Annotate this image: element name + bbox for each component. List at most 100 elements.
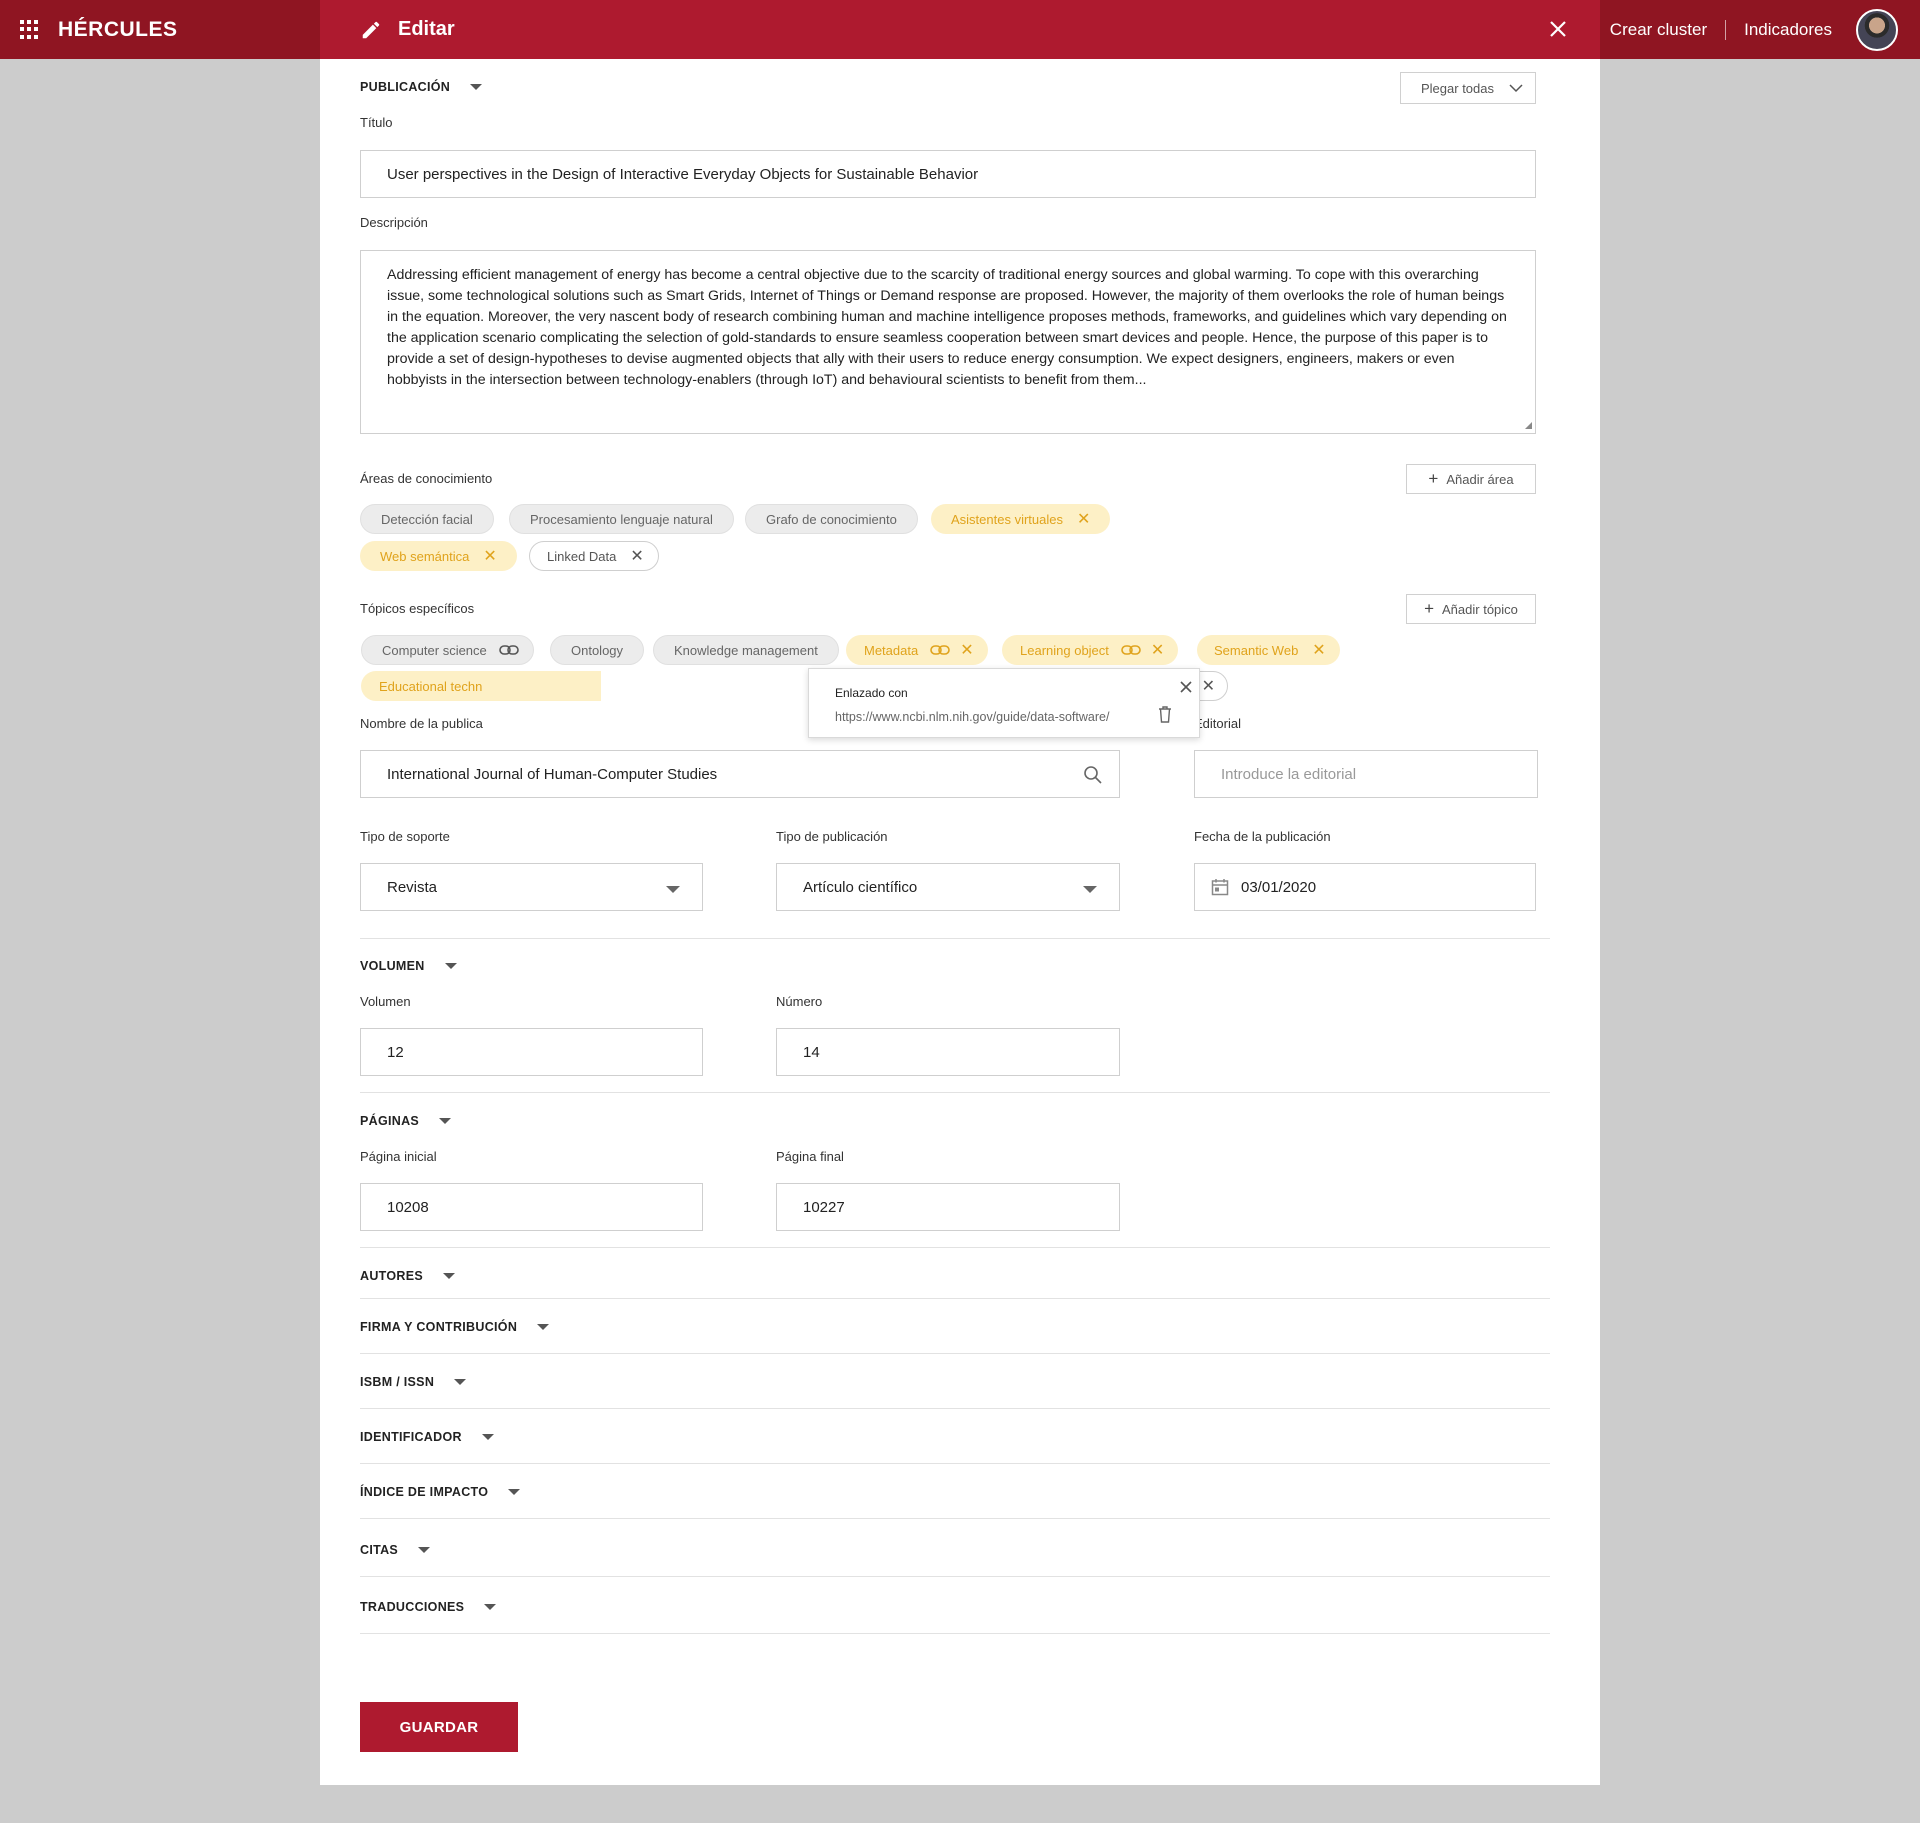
close-icon[interactable]: ✕ xyxy=(630,546,643,566)
avatar[interactable] xyxy=(1856,9,1898,51)
chip-label: Linked Data xyxy=(547,548,617,564)
titulo-input[interactable]: User perspectives in the Design of Inter… xyxy=(360,150,1536,198)
resize-handle-icon[interactable] xyxy=(1523,420,1533,430)
apps-grid-icon[interactable] xyxy=(20,19,40,40)
pagina-final-label: Página final xyxy=(776,1149,844,1164)
close-icon[interactable] xyxy=(1546,17,1570,41)
close-icon[interactable]: ✕ xyxy=(1151,640,1164,660)
fecha-input[interactable]: 03/01/2020 xyxy=(1194,863,1536,911)
pagina-final-input[interactable]: 10227 xyxy=(776,1183,1120,1231)
close-icon[interactable]: ✕ xyxy=(1202,676,1215,696)
editorial-input[interactable]: Introduce la editorial xyxy=(1194,750,1538,798)
pagina-inicial-label: Página inicial xyxy=(360,1149,437,1164)
topico-chip-selected[interactable]: Educational techn xyxy=(361,671,601,701)
calendar-icon[interactable] xyxy=(1211,878,1229,896)
edit-modal: Editar PUBLICACIÓN Plegar todas Título U… xyxy=(320,0,1600,1785)
section-indice-impacto-title: ÍNDICE DE IMPACTO xyxy=(360,1485,489,1499)
section-firma[interactable]: FIRMA Y CONTRIBUCIÓN xyxy=(360,1320,550,1334)
section-traducciones-title: TRADUCCIONES xyxy=(360,1600,465,1614)
caret-down-icon xyxy=(666,886,680,893)
nombre-publicacion-input[interactable]: International Journal of Human-Computer … xyxy=(360,750,1120,798)
divider xyxy=(360,1633,1550,1634)
chip-label: Metadata xyxy=(864,642,919,658)
section-paginas[interactable]: PÁGINAS xyxy=(360,1114,452,1128)
add-area-button[interactable]: + Añadir área xyxy=(1406,464,1536,494)
crear-cluster-link[interactable]: Crear cluster xyxy=(1610,20,1707,40)
close-icon[interactable] xyxy=(1179,680,1193,694)
chevron-down-icon xyxy=(484,1604,497,1610)
save-button[interactable]: GUARDAR xyxy=(360,1702,518,1752)
section-traducciones[interactable]: TRADUCCIONES xyxy=(360,1600,497,1614)
chip-label: Detección facial xyxy=(381,511,473,527)
chevron-down-icon xyxy=(470,84,483,90)
trash-icon[interactable] xyxy=(1158,706,1172,723)
editorial-label: Editorial xyxy=(1194,716,1241,731)
close-icon[interactable]: ✕ xyxy=(960,640,973,660)
area-chip-selected[interactable]: Web semántica ✕ xyxy=(360,541,517,571)
tipo-publicacion-value: Artículo científico xyxy=(803,878,918,896)
chevron-down-icon xyxy=(481,1434,494,1440)
topico-chip[interactable]: Ontology xyxy=(550,635,645,665)
collapse-all-dropdown[interactable]: Plegar todas xyxy=(1400,72,1536,104)
topico-chip[interactable]: Computer science xyxy=(361,635,534,665)
caret-down-icon xyxy=(1083,886,1097,893)
chevron-down-icon xyxy=(454,1379,467,1385)
topico-chip[interactable]: Knowledge management xyxy=(653,635,839,665)
area-chip-selected[interactable]: Asistentes virtuales ✕ xyxy=(931,504,1111,534)
link-icon[interactable] xyxy=(930,644,951,656)
section-publicacion[interactable]: PUBLICACIÓN xyxy=(360,80,483,94)
divider xyxy=(360,1298,1550,1299)
divider xyxy=(360,1576,1550,1577)
close-icon[interactable]: ✕ xyxy=(483,546,496,566)
chevron-down-icon xyxy=(508,1489,521,1495)
area-chip[interactable]: Procesamiento lenguaje natural xyxy=(509,504,734,534)
soporte-select[interactable]: Revista xyxy=(360,863,703,911)
volumen-input[interactable]: 12 xyxy=(360,1028,703,1076)
close-icon[interactable]: ✕ xyxy=(1077,509,1090,529)
volumen-label: Volumen xyxy=(360,994,411,1009)
section-volumen[interactable]: VOLUMEN xyxy=(360,959,457,973)
nombre-publicacion-value: International Journal of Human-Computer … xyxy=(387,765,718,783)
add-topico-button[interactable]: + Añadir tópico xyxy=(1406,594,1536,624)
link-separator xyxy=(1725,19,1727,40)
topico-chip-selected[interactable]: Learning object ✕ xyxy=(1002,635,1179,665)
nombre-label: Nombre de la publica xyxy=(360,716,483,731)
popover-url[interactable]: https://www.ncbi.nlm.nih.gov/guide/data-… xyxy=(835,710,1109,724)
add-area-label: Añadir área xyxy=(1446,471,1514,487)
plus-icon: + xyxy=(1428,469,1439,488)
indicadores-link[interactable]: Indicadores xyxy=(1744,20,1832,40)
chip-label: Asistentes virtuales xyxy=(951,511,1063,527)
search-icon[interactable] xyxy=(1083,765,1103,785)
tipo-publicacion-select[interactable]: Artículo científico xyxy=(776,863,1120,911)
pagina-inicial-input[interactable]: 10208 xyxy=(360,1183,703,1231)
area-chip-added[interactable]: Linked Data ✕ xyxy=(529,541,659,571)
section-autores[interactable]: AUTORES xyxy=(360,1269,455,1283)
topico-chip-selected[interactable]: Semantic Web ✕ xyxy=(1197,635,1340,665)
chevron-down-icon xyxy=(439,1118,452,1124)
section-isbn[interactable]: ISBM / ISSN xyxy=(360,1375,467,1389)
soporte-label: Tipo de soporte xyxy=(360,829,450,844)
area-chip[interactable]: Grafo de conocimiento xyxy=(745,504,918,534)
descripcion-textarea[interactable]: Addressing efficient management of energ… xyxy=(360,250,1536,434)
section-citas[interactable]: CITAS xyxy=(360,1543,431,1557)
chip-label: Semantic Web xyxy=(1214,642,1299,658)
divider xyxy=(360,1092,1550,1093)
numero-input[interactable]: 14 xyxy=(776,1028,1120,1076)
divider xyxy=(360,1408,1550,1409)
topico-chip-selected[interactable]: Metadata ✕ xyxy=(846,635,988,665)
numero-label: Número xyxy=(776,994,823,1009)
section-indice-impacto[interactable]: ÍNDICE DE IMPACTO xyxy=(360,1485,521,1499)
area-chip[interactable]: Detección facial xyxy=(360,504,494,534)
chevron-down-icon xyxy=(537,1324,550,1330)
section-firma-title: FIRMA Y CONTRIBUCIÓN xyxy=(360,1320,518,1334)
link-popover: Enlazado con https://www.ncbi.nlm.nih.go… xyxy=(808,668,1200,738)
section-identificador[interactable]: IDENTIFICADOR xyxy=(360,1430,494,1444)
link-icon[interactable] xyxy=(1121,644,1141,656)
brand-name: HÉRCULES xyxy=(58,17,178,41)
section-identificador-title: IDENTIFICADOR xyxy=(360,1430,462,1444)
brand[interactable]: HÉRCULES xyxy=(20,0,178,59)
close-icon[interactable]: ✕ xyxy=(1312,640,1325,660)
link-icon[interactable] xyxy=(498,644,519,656)
areas-label: Áreas de conocimiento xyxy=(360,471,493,486)
chip-label: Web semántica xyxy=(380,548,470,564)
